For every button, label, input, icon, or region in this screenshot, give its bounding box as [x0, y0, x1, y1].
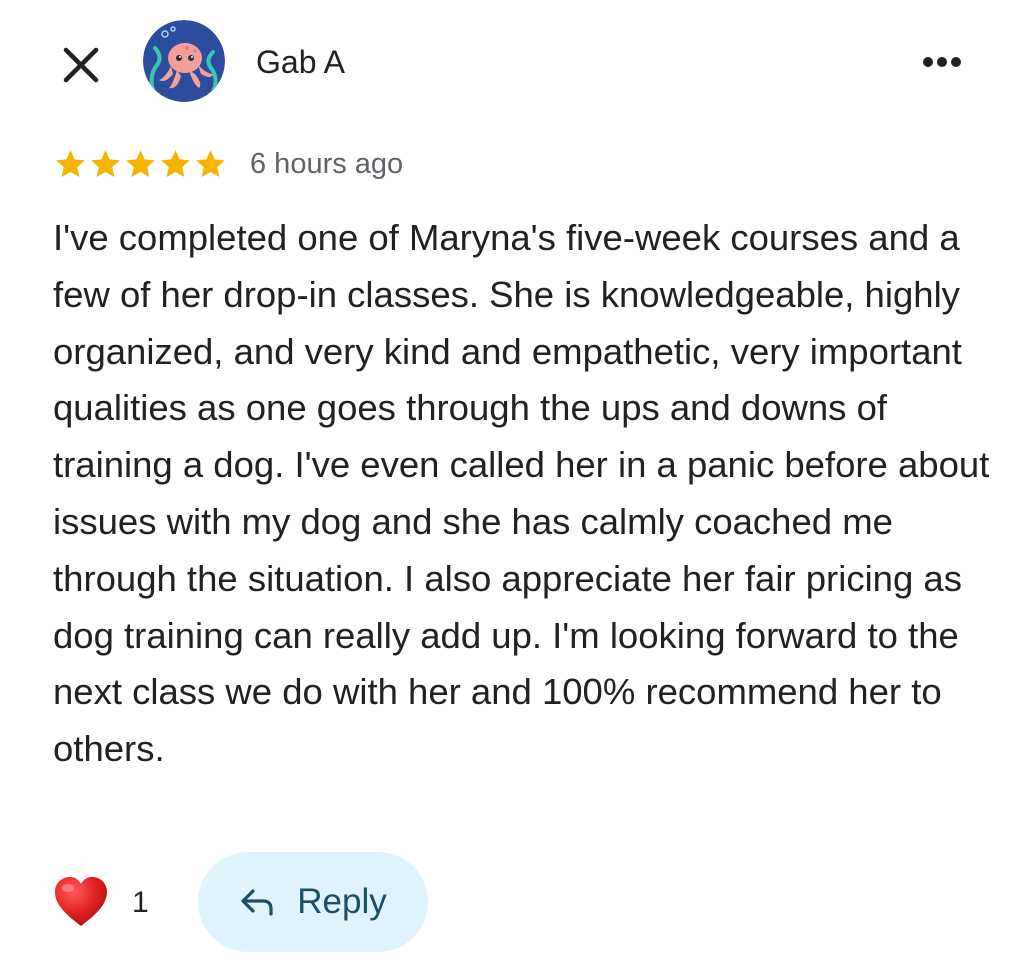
- author-name[interactable]: Gab A: [256, 40, 345, 84]
- like-button[interactable]: 1: [52, 873, 149, 933]
- star-icon: [126, 149, 155, 177]
- reply-button[interactable]: Reply: [198, 852, 428, 952]
- close-button[interactable]: [60, 44, 102, 86]
- close-icon: [63, 47, 99, 83]
- star-rating: [53, 147, 228, 182]
- rating-row: 6 hours ago: [53, 140, 403, 188]
- like-count: 1: [132, 886, 149, 919]
- review-text: I've completed one of Maryna's five-week…: [53, 217, 990, 770]
- star-icon: [161, 149, 190, 177]
- reply-label: Reply: [297, 882, 387, 921]
- more-horizontal-icon: [923, 57, 961, 67]
- star-icon: [196, 149, 225, 177]
- review-time: 6 hours ago: [250, 147, 404, 180]
- star-icon: [91, 149, 120, 177]
- more-options-button[interactable]: [914, 40, 970, 84]
- reply-arrow-icon: [241, 889, 273, 916]
- star-icon: [56, 149, 85, 177]
- red-heart-icon: [55, 877, 107, 926]
- avatar[interactable]: [143, 20, 225, 102]
- octopus-avatar-icon: [143, 20, 225, 102]
